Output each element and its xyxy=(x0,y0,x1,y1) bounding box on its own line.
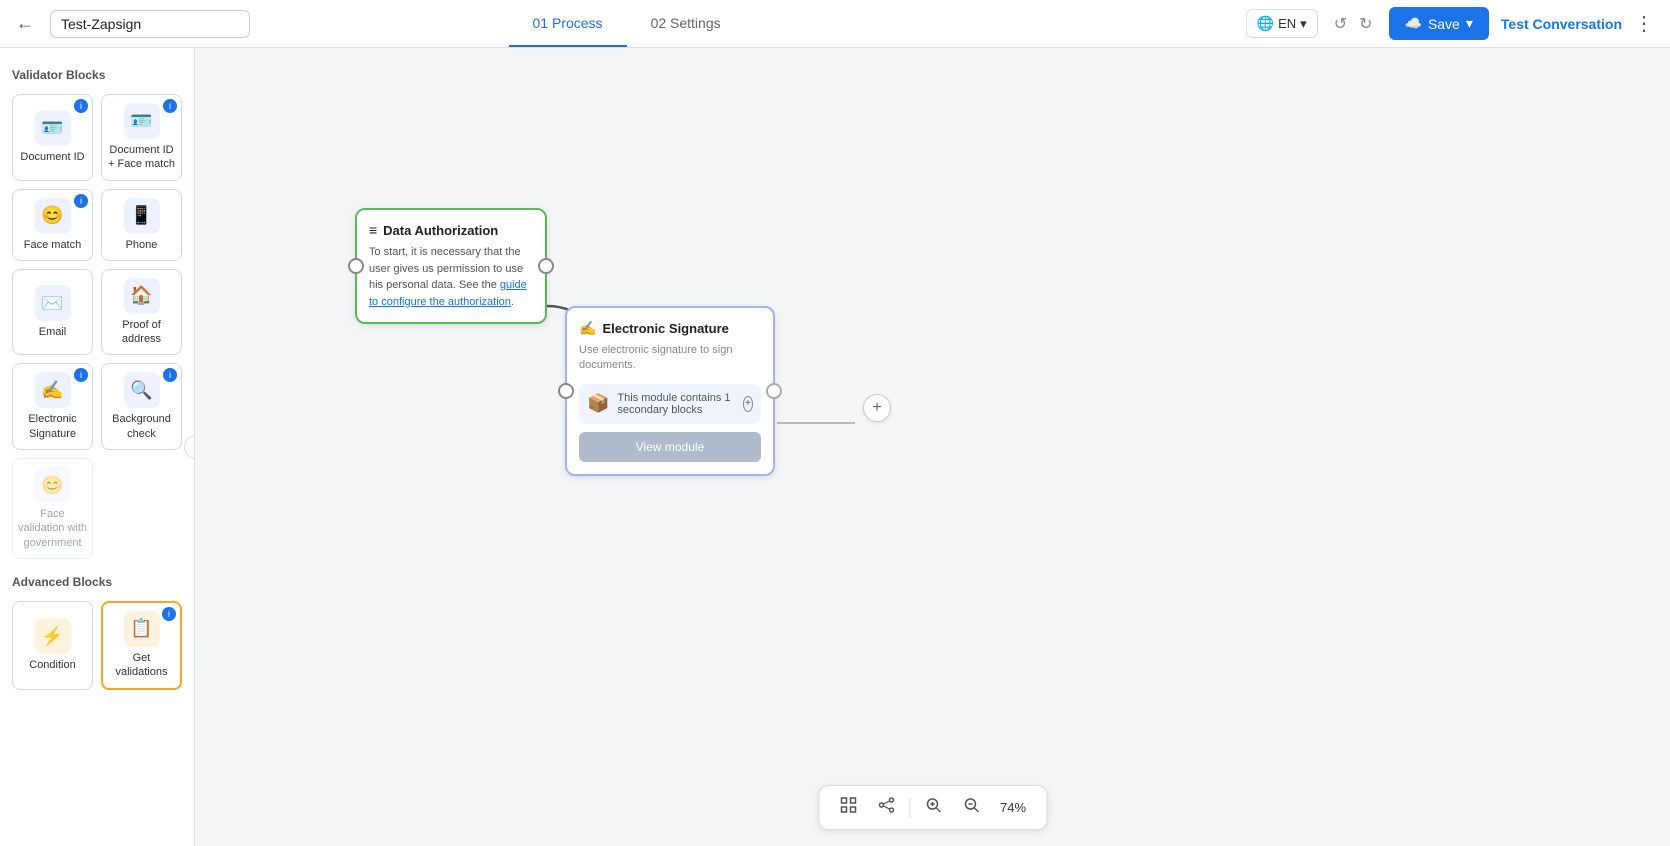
sidebar: Validator Blocks i 🪪 Document ID i 🪪 Doc… xyxy=(0,48,195,846)
condition-label: Condition xyxy=(29,658,75,672)
condition-icon: ⚡ xyxy=(35,618,71,654)
data-auth-title: ≡ Data Authorization xyxy=(369,222,533,238)
header-tabs: 01 Process 02 Settings xyxy=(509,1,745,47)
cube-icon: 📦 xyxy=(587,393,609,414)
advanced-section-title: Advanced Blocks xyxy=(12,575,182,589)
save-chevron: ▾ xyxy=(1466,15,1473,32)
data-auth-right-connector[interactable] xyxy=(538,258,554,274)
proof-of-address-label: Proof of address xyxy=(106,318,177,347)
share-icon xyxy=(877,796,895,814)
document-id-face-icon: 🪪 xyxy=(124,103,160,139)
validator-section-title: Validator Blocks xyxy=(12,68,182,82)
get-validations-icon: 📋 xyxy=(124,611,160,647)
proof-of-address-icon: 🏠 xyxy=(124,278,160,314)
auth-link[interactable]: guide to configure the authorization xyxy=(369,279,527,308)
more-options-button[interactable]: ⋮ xyxy=(1634,11,1654,36)
data-auth-left-connector[interactable] xyxy=(348,258,364,274)
language-selector[interactable]: 🌐 EN ▾ xyxy=(1246,9,1318,38)
fit-icon xyxy=(839,796,857,814)
document-id-face-label: Document ID + Face match xyxy=(106,143,177,172)
back-button[interactable]: ← xyxy=(16,13,34,34)
sidebar-item-face-validation-gov: 😊 Face validation with government xyxy=(12,458,93,559)
face-validation-gov-icon: 😊 xyxy=(35,467,71,503)
face-validation-gov-label: Face validation with government xyxy=(17,507,88,550)
sidebar-item-condition[interactable]: ⚡ Condition xyxy=(12,601,93,690)
header-right: 🌐 EN ▾ ↺ ↻ ☁️ Save ▾ Test Conversation ⋮ xyxy=(1246,7,1654,40)
zoom-out-button[interactable] xyxy=(954,792,988,823)
secondary-blocks-info: 📦 This module contains 1 secondary block… xyxy=(579,384,761,424)
canvas-inner: ≡ Data Authorization To start, it is nec… xyxy=(195,48,1670,846)
electronic-signature-label: Electronic Signature xyxy=(17,412,88,441)
undo-button[interactable]: ↺ xyxy=(1330,10,1351,38)
face-match-icon: 😊 xyxy=(35,198,71,234)
node-electronic-signature[interactable]: ✍️ Electronic Signature Use electronic s… xyxy=(565,306,775,476)
language-label: EN xyxy=(1278,16,1296,31)
electronic-sig-right-connector[interactable] xyxy=(766,383,782,399)
sidebar-item-email[interactable]: ✉️ Email xyxy=(12,269,93,356)
fit-view-button[interactable] xyxy=(831,792,865,823)
add-node-button[interactable]: + xyxy=(863,394,891,422)
electronic-sig-left-connector[interactable] xyxy=(558,383,574,399)
share-view-button[interactable] xyxy=(869,792,903,823)
zoom-level-display: 74% xyxy=(992,796,1034,819)
flow-title-input[interactable] xyxy=(50,10,250,38)
chevron-down-icon: ▾ xyxy=(1300,16,1307,32)
cloud-icon: ☁️ xyxy=(1405,15,1422,32)
email-label: Email xyxy=(39,325,67,339)
email-icon: ✉️ xyxy=(35,285,71,321)
info-icon[interactable]: i xyxy=(74,368,88,382)
sidebar-collapse-button[interactable]: ‹ xyxy=(184,435,195,459)
zoom-in-button[interactable] xyxy=(916,792,950,823)
globe-icon: 🌐 xyxy=(1257,15,1274,32)
background-check-label: Background check xyxy=(106,412,177,441)
electronic-sig-subtitle: Use electronic signature to sign documen… xyxy=(579,343,761,374)
info-icon[interactable]: i xyxy=(163,99,177,113)
info-icon[interactable]: i xyxy=(162,607,176,621)
tab-settings[interactable]: 02 Settings xyxy=(627,1,745,47)
main-layout: Validator Blocks i 🪪 Document ID i 🪪 Doc… xyxy=(0,48,1670,846)
undo-redo-group: ↺ ↻ xyxy=(1330,10,1377,38)
node-data-authorization[interactable]: ≡ Data Authorization To start, it is nec… xyxy=(355,208,547,324)
tab-process[interactable]: 01 Process xyxy=(509,1,627,47)
validator-blocks-grid: i 🪪 Document ID i 🪪 Document ID + Face m… xyxy=(12,94,182,559)
zoom-in-icon xyxy=(924,796,942,814)
face-match-label: Face match xyxy=(24,238,81,252)
sidebar-item-phone[interactable]: 📱 Phone xyxy=(101,189,182,261)
document-id-label: Document ID xyxy=(20,150,84,164)
get-validations-label: Get validations xyxy=(107,651,176,680)
info-icon[interactable]: i xyxy=(74,99,88,113)
data-auth-icon: ≡ xyxy=(369,222,377,238)
secondary-blocks-expand[interactable]: + xyxy=(743,396,753,412)
zoom-out-icon xyxy=(962,796,980,814)
advanced-blocks-grid: ⚡ Condition i 📋 Get validations xyxy=(12,601,182,690)
view-module-button[interactable]: View module xyxy=(579,432,761,462)
header: ← 01 Process 02 Settings 🌐 EN ▾ ↺ ↻ ☁️ S… xyxy=(0,0,1670,48)
electronic-signature-icon: ✍️ xyxy=(35,372,71,408)
save-label: Save xyxy=(1428,16,1460,32)
secondary-blocks-label: This module contains 1 secondary blocks xyxy=(617,392,734,416)
sidebar-item-electronic-signature[interactable]: i ✍️ Electronic Signature xyxy=(12,363,93,450)
save-button[interactable]: ☁️ Save ▾ xyxy=(1389,7,1489,40)
redo-button[interactable]: ↻ xyxy=(1355,10,1376,38)
electronic-sig-title: ✍️ Electronic Signature xyxy=(579,320,761,337)
info-icon[interactable]: i xyxy=(74,194,88,208)
data-auth-body: To start, it is necessary that the user … xyxy=(369,244,533,310)
sidebar-item-document-id-face[interactable]: i 🪪 Document ID + Face match xyxy=(101,94,182,181)
toolbar-divider xyxy=(909,798,910,818)
sidebar-item-document-id[interactable]: i 🪪 Document ID xyxy=(12,94,93,181)
canvas-toolbar: 74% xyxy=(818,785,1047,830)
document-id-icon: 🪪 xyxy=(35,110,71,146)
canvas[interactable]: ≡ Data Authorization To start, it is nec… xyxy=(195,48,1670,846)
test-conversation-button[interactable]: Test Conversation xyxy=(1501,16,1622,32)
info-icon[interactable]: i xyxy=(163,368,177,382)
sidebar-item-background-check[interactable]: i 🔍 Background check xyxy=(101,363,182,450)
phone-label: Phone xyxy=(126,238,158,252)
background-check-icon: 🔍 xyxy=(124,372,160,408)
sidebar-item-get-validations[interactable]: i 📋 Get validations xyxy=(101,601,182,690)
phone-icon: 📱 xyxy=(124,198,160,234)
sidebar-item-face-match[interactable]: i 😊 Face match xyxy=(12,189,93,261)
electronic-sig-icon: ✍️ xyxy=(579,320,596,337)
sidebar-item-proof-of-address[interactable]: 🏠 Proof of address xyxy=(101,269,182,356)
connector-lines xyxy=(195,48,1670,846)
